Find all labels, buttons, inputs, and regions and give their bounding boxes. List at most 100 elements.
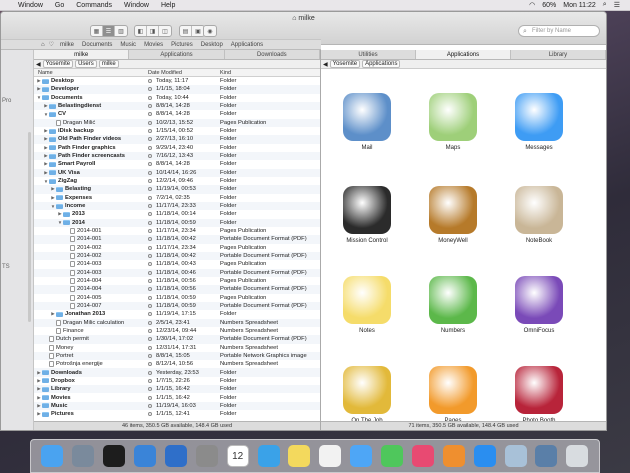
table-row[interactable]: ▶ Expenses 7/2/14, 02:35 Folder xyxy=(34,194,320,202)
settings-icon[interactable] xyxy=(195,445,218,467)
back-icon-right[interactable]: ◀ xyxy=(323,61,328,68)
table-row[interactable]: ▼ Income 11/17/14, 23:33 Folder xyxy=(34,201,320,211)
back-icon[interactable]: ◀ xyxy=(36,61,41,68)
terminal-icon[interactable] xyxy=(103,445,126,467)
menu-commands[interactable]: Commands xyxy=(70,2,118,9)
app-maps[interactable]: Maps xyxy=(418,93,488,151)
fav-milke[interactable]: milke xyxy=(58,42,76,48)
app-notebook[interactable]: NoteBook xyxy=(504,186,574,244)
app-notes[interactable]: Notes xyxy=(332,276,402,334)
table-row[interactable]: ▶ Pictures 1/1/15, 12:41 Folder xyxy=(34,410,320,418)
table-row[interactable]: ▼ Documents Today, 10:44 Folder xyxy=(34,94,320,102)
reminders-icon[interactable] xyxy=(319,445,342,467)
bottom-pane-button[interactable]: ▤ xyxy=(180,26,192,36)
left-pane-button[interactable]: ◧ xyxy=(135,26,147,36)
app-pages[interactable]: Pages xyxy=(418,366,488,424)
table-row[interactable]: ▶ Smart Payroll 8/8/14, 14:28 Folder xyxy=(34,160,320,168)
menu-go[interactable]: Go xyxy=(49,2,70,9)
spotlight-icon[interactable]: ⌕ xyxy=(603,1,607,9)
notes-icon[interactable] xyxy=(288,445,311,467)
tab-library[interactable]: Library xyxy=(511,50,606,59)
safari-icon[interactable] xyxy=(257,445,280,467)
table-row[interactable]: Potrošnja energije 8/12/14, 10:56 Numbers … xyxy=(34,360,320,368)
fav-documents[interactable]: Documents xyxy=(80,42,114,48)
list-view-button[interactable]: ☰ xyxy=(103,26,115,36)
table-row[interactable]: ▼ 2014 11/18/14, 00:59 Folder xyxy=(34,218,320,227)
app-on-the-job[interactable]: On The Job xyxy=(332,366,402,424)
table-row[interactable]: 2014-005 11/18/14, 00:59 Pages Publication xyxy=(34,294,320,302)
calendar-icon[interactable]: 12 xyxy=(226,445,249,467)
table-row[interactable]: ▶ Dropbox 1/7/15, 22:26 Folder xyxy=(34,377,320,385)
crumb-users[interactable]: Users xyxy=(75,60,97,68)
battery-percent[interactable]: 60% xyxy=(542,2,556,9)
table-row[interactable]: Money 12/31/14, 17:31 Numbers Spreadsheet xyxy=(34,344,320,352)
xcode-icon[interactable] xyxy=(134,445,157,467)
table-row[interactable]: 2014-004 11/18/14, 00:56 Pages Publication xyxy=(34,277,320,285)
table-row[interactable]: ▶ Developer 1/1/15, 18:04 Folder xyxy=(34,85,320,94)
crumb-yosemite[interactable]: Yosemite xyxy=(42,60,74,68)
home-fav-icon[interactable]: ⌂ xyxy=(41,42,45,48)
app-mail[interactable]: Mail xyxy=(332,93,402,151)
right-pane-button[interactable]: ◨ xyxy=(147,26,159,36)
fav-desktop[interactable]: Desktop xyxy=(199,42,225,48)
notification-center-icon[interactable]: ☰ xyxy=(614,1,620,9)
table-row[interactable]: ▼ ZigZag 12/2/14, 09:46 Folder xyxy=(34,177,320,185)
table-row[interactable]: ▶ Belasting 11/19/14, 00:53 Folder xyxy=(34,185,320,194)
facetime-icon[interactable] xyxy=(381,445,404,467)
trash-icon[interactable] xyxy=(566,445,589,467)
preview-icon[interactable] xyxy=(504,445,527,467)
heart-icon[interactable]: ♡ xyxy=(49,41,54,48)
table-row[interactable]: ▶ Library 1/1/15, 16:42 Folder xyxy=(34,385,320,394)
table-row[interactable]: ▶ UK Visa 10/14/14, 16:26 Folder xyxy=(34,168,320,177)
itunes-icon[interactable] xyxy=(411,445,434,467)
sidebar-label-pro[interactable]: Pro xyxy=(2,98,11,104)
table-row[interactable]: 2014-002 11/18/14, 00:42 Portable Document… xyxy=(34,251,320,261)
icon-view-button[interactable]: ▦ xyxy=(91,26,103,36)
ibooks-icon[interactable] xyxy=(442,445,465,467)
table-row[interactable]: 2014-004 11/18/14, 00:56 Portable Document… xyxy=(34,285,320,294)
table-row[interactable]: ▼ CV 8/8/14, 14:28 Folder xyxy=(34,110,320,118)
wifi-icon[interactable]: ◠ xyxy=(529,1,535,9)
table-row[interactable]: ▶ Path Finder screencasts 7/16/12, 13:43 Fo… xyxy=(34,151,320,161)
col-name[interactable]: Name xyxy=(34,69,148,76)
clock[interactable]: Mon 11:22 xyxy=(563,2,596,9)
table-row[interactable]: Dragan Milić 10/2/13, 15:52 Pages Publicat… xyxy=(34,118,320,127)
table-row[interactable]: 2014-001 11/17/14, 23:34 Pages Publication xyxy=(34,227,320,235)
dual-pane-button[interactable]: ◫ xyxy=(159,26,171,36)
table-row[interactable]: ▶ Path Finder graphics 9/29/14, 23:40 Folde… xyxy=(34,144,320,152)
table-row[interactable]: ▶ Movies 1/1/15, 16:42 Folder xyxy=(34,393,320,401)
table-row[interactable]: ▶ iDisk backup 1/15/14, 00:52 Folder xyxy=(34,127,320,135)
tab-downloads[interactable]: Downloads xyxy=(225,50,320,59)
col-kind[interactable]: Kind xyxy=(220,69,320,76)
pathfinder-icon[interactable] xyxy=(164,445,187,467)
table-row[interactable]: 2014-003 11/18/14, 00:43 Pages Publication xyxy=(34,260,320,268)
search-field[interactable]: ⌕ Filter by Name xyxy=(518,25,600,37)
table-row[interactable]: 2014-001 11/18/14, 00:42 Portable Document… xyxy=(34,235,320,244)
table-row[interactable]: Finance 12/23/14, 09:44 Numbers Spreadshee… xyxy=(34,327,320,335)
table-row[interactable]: ▶ Belastingdienst 8/8/14, 14:28 Folder xyxy=(34,101,320,111)
app-moneywell[interactable]: MoneyWell xyxy=(418,186,488,244)
app-photo-booth[interactable]: Photo Booth xyxy=(504,366,574,424)
menu-window[interactable]: Window xyxy=(12,2,49,9)
eye-icon[interactable]: ◉ xyxy=(204,26,216,36)
table-row[interactable]: Dragan Milic calculation 2/5/14, 23:41 Num… xyxy=(34,318,320,327)
app-numbers[interactable]: Numbers xyxy=(418,276,488,334)
crumb-applications[interactable]: Applications xyxy=(362,60,401,68)
table-row[interactable]: ▶ Old Path Finder videos 2/27/13, 16:10 Fol… xyxy=(34,135,320,144)
table-row[interactable]: 2014-007 11/18/14, 00:59 Portable Document… xyxy=(34,301,320,311)
table-row[interactable]: 2014-002 11/17/14, 23:34 Pages Publication xyxy=(34,244,320,252)
sidebar-label-ts[interactable]: TS xyxy=(2,264,10,270)
column-view-button[interactable]: ▥ xyxy=(115,26,127,36)
table-row[interactable]: Portret 8/8/14, 15:05 Portable Network Gra… xyxy=(34,351,320,361)
sidebar-scrollbar[interactable] xyxy=(28,132,31,322)
tab-milke[interactable]: milke xyxy=(34,50,130,59)
fav-music[interactable]: Music xyxy=(118,42,138,48)
menu-window-2[interactable]: Window xyxy=(118,2,155,9)
menu-help[interactable]: Help xyxy=(155,2,181,9)
app-omnifocus[interactable]: OmniFocus xyxy=(504,276,574,334)
tab-applications-right[interactable]: Applications xyxy=(416,50,511,59)
crumb-yosemite-right[interactable]: Yosemite xyxy=(329,60,361,68)
fav-movies[interactable]: Movies xyxy=(142,42,165,48)
app-mission-control[interactable]: Mission Control xyxy=(332,186,402,244)
tab-utilities[interactable]: Utilities xyxy=(321,50,416,59)
